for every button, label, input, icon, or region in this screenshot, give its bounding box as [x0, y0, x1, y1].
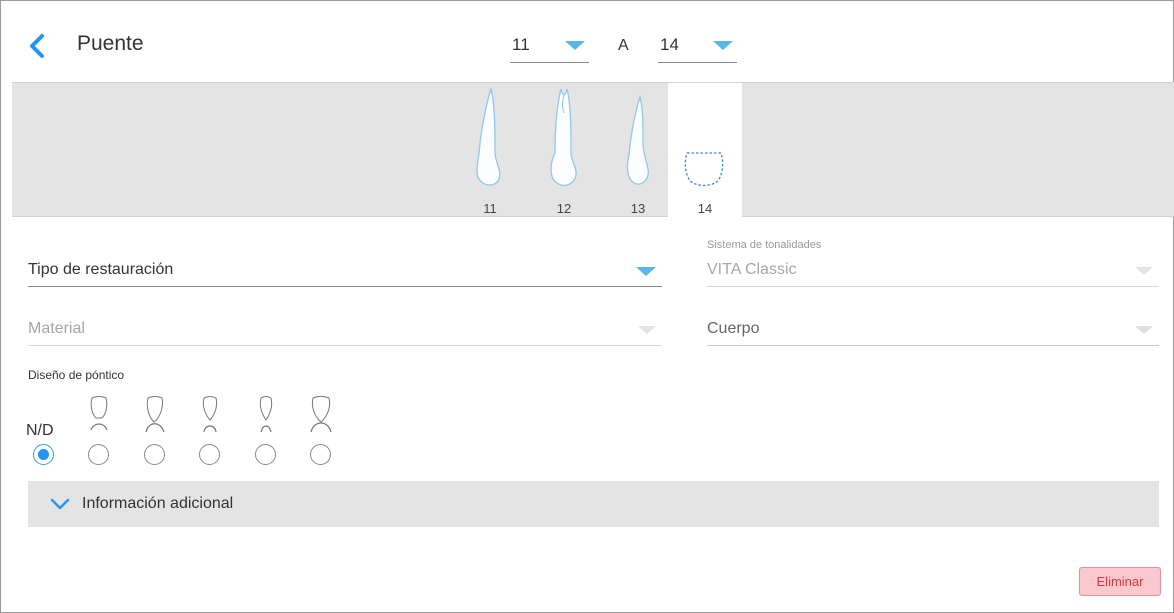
- pontic-conical-icon: [202, 396, 218, 433]
- tooth-12[interactable]: 12: [527, 83, 601, 218]
- body-shade-label: Cuerpo: [707, 320, 760, 337]
- pontic-ridge-lap-icon: [90, 396, 108, 431]
- page-title: Puente: [77, 32, 144, 55]
- tooth-number: 12: [556, 201, 572, 216]
- delete-button[interactable]: Eliminar: [1079, 567, 1161, 596]
- pontic-radio-3[interactable]: [199, 444, 220, 465]
- shade-system-value: VITA Classic: [707, 261, 797, 278]
- tooth-number: 14: [697, 201, 713, 216]
- tooth-number: 11: [483, 201, 497, 216]
- from-tooth-select[interactable]: 11: [510, 29, 589, 63]
- to-tooth-select[interactable]: 14: [658, 29, 737, 63]
- pontic-na-label: N/D: [26, 422, 54, 439]
- to-tooth-value: 14: [660, 35, 679, 54]
- material-label: Material: [28, 320, 85, 337]
- chevron-down-icon: [713, 41, 733, 50]
- tooth-11[interactable]: 11: [453, 83, 527, 218]
- restoration-type-label: Tipo de restauración: [28, 261, 174, 278]
- tooth-14[interactable]: 14: [668, 83, 742, 218]
- pontic-design-label: Diseño de póntico: [28, 368, 125, 382]
- bridge-panel: Puente 11 A 14 11 12 13 14 Tipo de resta…: [0, 0, 1174, 613]
- canine-tooth-icon: [626, 94, 649, 185]
- back-chevron-icon[interactable]: [27, 33, 47, 59]
- material-select: Material: [28, 312, 662, 346]
- additional-info-label: Información adicional: [82, 495, 234, 512]
- chevron-down-icon: [565, 41, 585, 50]
- tooth-number: 13: [630, 201, 646, 216]
- chevron-down-icon: [636, 267, 656, 276]
- pontic-radio-4[interactable]: [255, 444, 276, 465]
- restoration-type-select[interactable]: Tipo de restauración: [28, 253, 662, 287]
- tooth-13[interactable]: 13: [601, 83, 675, 218]
- body-shade-select[interactable]: Cuerpo: [707, 312, 1159, 346]
- pontic-placeholder-icon: [684, 152, 724, 187]
- pontic-ovate-icon: [259, 396, 273, 433]
- pontic-radio-1[interactable]: [88, 444, 109, 465]
- shade-system-select: VITA Classic: [707, 253, 1159, 287]
- chevron-down-icon: [50, 498, 70, 510]
- pontic-saddle-icon: [310, 396, 332, 433]
- chevron-down-icon: [1135, 326, 1153, 334]
- shade-system-caption: Sistema de tonalidades: [707, 239, 822, 251]
- chevron-down-icon: [1135, 267, 1153, 275]
- pontic-modified-ridge-lap-icon: [145, 396, 165, 433]
- pontic-radio-2[interactable]: [144, 444, 165, 465]
- incisor-tooth-icon: [476, 86, 501, 186]
- from-tooth-value: 11: [512, 35, 530, 54]
- pontic-radio-5[interactable]: [310, 444, 331, 465]
- teeth-strip: 11 12 13 14: [12, 82, 1174, 218]
- range-to-label: A: [618, 37, 629, 54]
- incisor-tooth-icon: [550, 88, 577, 187]
- pontic-radio-na[interactable]: [33, 444, 54, 465]
- additional-info-toggle[interactable]: Información adicional: [28, 481, 1159, 527]
- chevron-down-icon: [638, 326, 656, 334]
